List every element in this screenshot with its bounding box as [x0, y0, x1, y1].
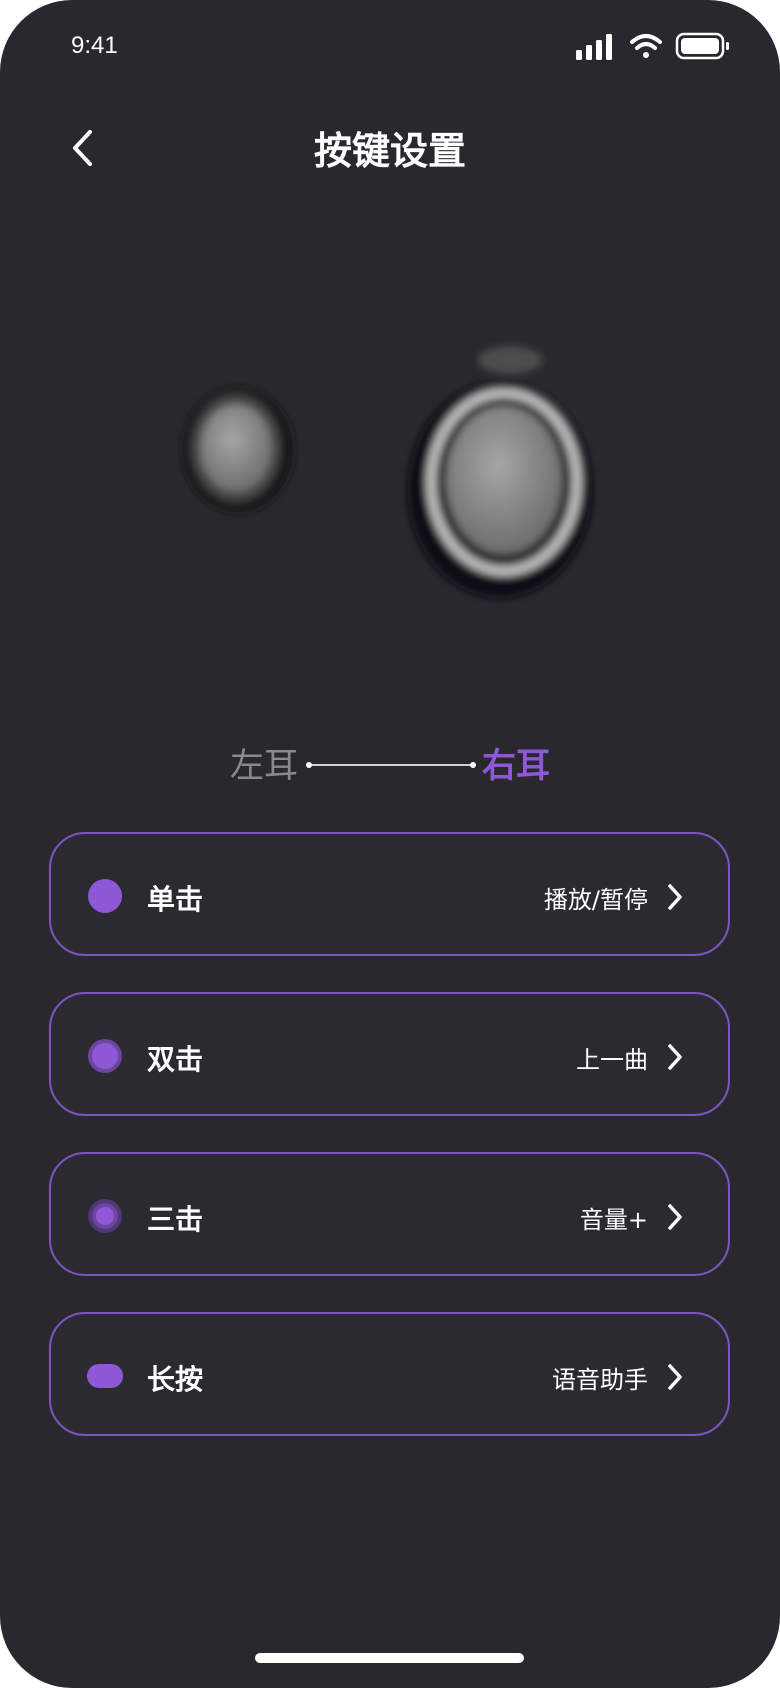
home-indicator[interactable] [255, 1653, 524, 1663]
double-tap-icon [88, 1039, 122, 1073]
right-earbud [408, 346, 592, 598]
ear-selector[interactable]: 左耳 右耳 [230, 738, 560, 788]
triple-tap-icon [88, 1199, 122, 1233]
item-label: 三击 [147, 1203, 204, 1236]
status-icons [576, 32, 729, 60]
wifi-icon [630, 34, 662, 58]
chevron-right-icon [668, 884, 682, 910]
earbuds-image [183, 346, 592, 598]
item-value: 语音助手 [552, 1366, 648, 1394]
double-tap-row[interactable]: 双击 上一曲 [49, 992, 730, 1116]
battery-icon [675, 32, 729, 60]
signal-icon [576, 34, 612, 60]
left-ear-tab[interactable]: 左耳 [230, 738, 298, 787]
item-value: 播放/暂停 [543, 886, 648, 914]
long-press-icon [87, 1364, 123, 1388]
single-tap-icon [88, 879, 122, 913]
item-label: 长按 [147, 1363, 204, 1396]
item-value: 上一曲 [576, 1046, 648, 1074]
single-tap-row[interactable]: 单击 播放/暂停 [49, 832, 730, 956]
chevron-right-icon [668, 1364, 682, 1390]
page-title: 按键设置 [313, 129, 466, 173]
chevron-right-icon [668, 1204, 682, 1230]
item-value: 音量+ [579, 1206, 648, 1234]
phone-screen: 9:41 按键设置 左耳 右耳 单击 播放/暂停 双击 上一曲 三击 音量+ 长… [0, 0, 780, 1688]
triple-tap-row[interactable]: 三击 音量+ [49, 1152, 730, 1276]
left-earbud [183, 388, 293, 512]
right-ear-tab[interactable]: 右耳 [482, 738, 550, 787]
status-time: 9:41 [71, 32, 118, 59]
item-label: 双击 [147, 1043, 204, 1076]
long-press-row[interactable]: 长按 语音助手 [49, 1312, 730, 1436]
item-label: 单击 [147, 883, 204, 916]
ear-selector-slider[interactable] [306, 759, 476, 771]
chevron-right-icon [668, 1044, 682, 1070]
